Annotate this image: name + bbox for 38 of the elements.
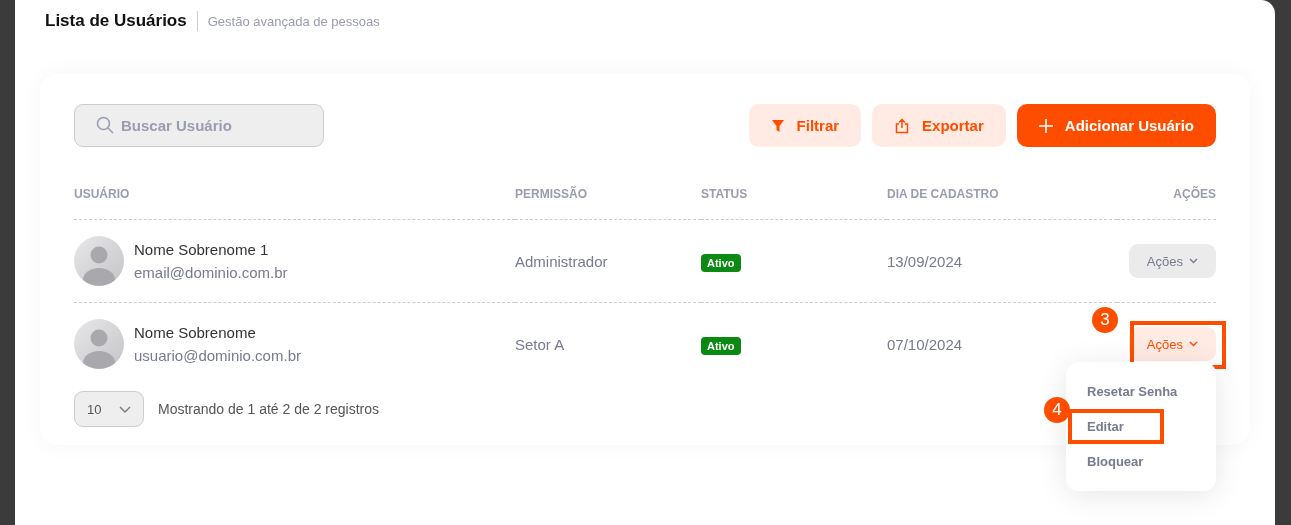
user-email: email@dominio.com.br: [134, 264, 288, 281]
chevron-icon: [119, 405, 131, 413]
column-header: STATUS: [701, 175, 887, 220]
column-header: AÇÕES: [1117, 175, 1216, 220]
chevron-icon: [1189, 341, 1198, 347]
column-header: USUÁRIO: [74, 175, 515, 220]
status-badge: Ativo: [701, 253, 741, 272]
page-size-select[interactable]: 10: [74, 391, 144, 427]
chevron-icon: [1189, 258, 1198, 264]
filter-button[interactable]: Filtrar: [748, 104, 862, 147]
user-email: usuario@dominio.com.br: [134, 347, 301, 364]
menu-item[interactable]: Editar: [1068, 409, 1164, 444]
column-header: DIA DE CADASTRO: [887, 175, 1117, 220]
menu-item[interactable]: Resetar Senha: [1068, 374, 1197, 409]
actions-dropdown[interactable]: Ações: [1128, 244, 1216, 278]
records-summary: Mostrando de 1 até 2 de 2 registros: [158, 401, 380, 417]
page-title: Lista de Usuários: [45, 11, 187, 31]
avatar: [74, 319, 124, 369]
user-name: Nome Sobrenome 1: [134, 241, 270, 258]
page-subtitle: Gestão avançada de pessoas: [207, 13, 380, 29]
user-name: Nome Sobrenome: [134, 324, 257, 341]
search-field[interactable]: Buscar Usuário: [74, 104, 324, 147]
avatar: [74, 236, 124, 286]
permission-text: Setor A: [515, 335, 565, 353]
date-text: 13/09/2024: [887, 252, 963, 270]
filter-icon: [770, 118, 785, 133]
status-badge: Ativo: [701, 336, 741, 355]
column-header: PERMISSÃO: [515, 175, 701, 220]
permission-text: Administrador: [515, 252, 608, 270]
actions-dropdown[interactable]: Ações: [1128, 327, 1216, 361]
export-button[interactable]: Exportar: [872, 104, 1006, 147]
step-number: 3: [1092, 307, 1118, 333]
date-text: 07/10/2024: [887, 335, 963, 353]
upload-icon: [894, 117, 911, 134]
step-number: 4: [1044, 397, 1070, 423]
add-button[interactable]: Adicionar Usuário: [1016, 104, 1216, 147]
plus-icon: [1038, 118, 1053, 133]
menu-item[interactable]: Bloquear: [1068, 444, 1163, 479]
